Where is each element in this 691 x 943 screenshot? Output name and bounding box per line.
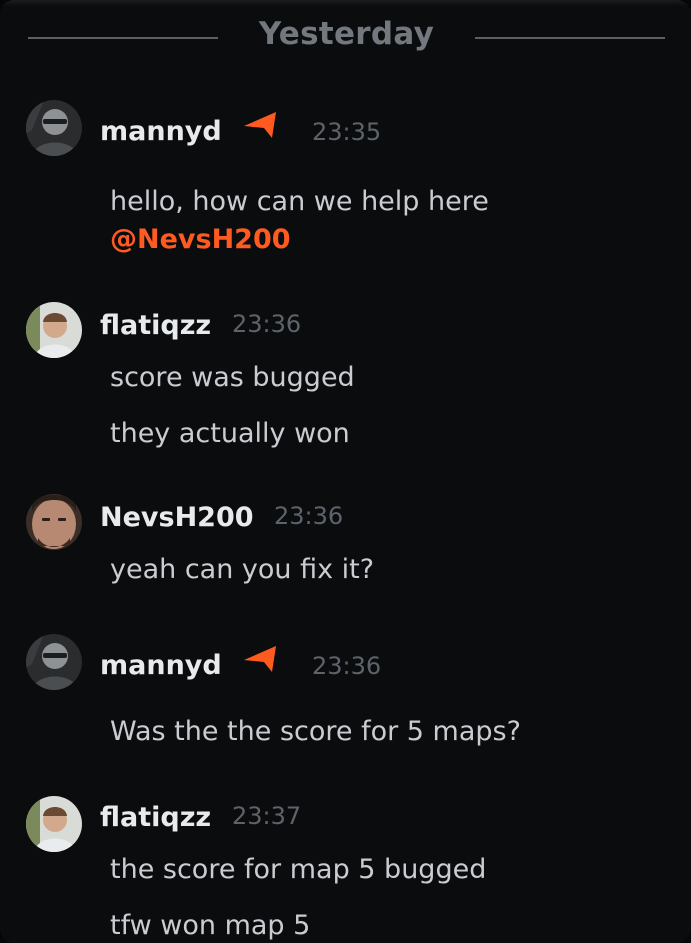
message-text: yeah can you fix it? [110,554,375,585]
message-timestamp: 23:36 [274,502,344,530]
message-text: they actually won [110,418,350,449]
chat-panel: Yesterday mannyd 23:35 hello, how can we… [0,0,691,943]
message-author[interactable]: NevsH200 [100,502,254,533]
message-author[interactable]: mannyd [100,650,222,681]
moderator-flag-icon [240,642,286,676]
user-mention[interactable]: @NevsH200 [110,224,291,255]
message-timestamp: 23:36 [312,652,382,680]
avatar[interactable] [26,634,82,690]
message-timestamp: 23:37 [232,802,302,830]
avatar[interactable] [26,494,82,550]
message-group: flatiqzz 23:37 the score for map 5 bugge… [26,796,671,943]
message-author[interactable]: flatiqzz [100,310,211,341]
day-divider-label: Yesterday [258,16,435,52]
avatar[interactable] [26,796,82,852]
message-author[interactable]: flatiqzz [100,802,211,833]
avatar[interactable] [26,100,82,156]
moderator-flag-icon [240,108,286,142]
message-text: tfw won map 5 [110,910,311,941]
message-author[interactable]: mannyd [100,116,222,147]
message-text: score was bugged [110,362,355,393]
message-group: mannyd 23:36 Was the the score for 5 map… [26,634,671,764]
message-text: the score for map 5 bugged [110,854,487,885]
divider-line-right [475,37,665,39]
message-group: mannyd 23:35 hello, how can we help here… [26,98,671,268]
message-group: flatiqzz 23:36 score was bugged they act… [26,302,671,462]
avatar[interactable] [26,302,82,358]
message-timestamp: 23:36 [232,310,302,338]
message-text: hello, how can we help here [110,186,489,217]
day-divider: Yesterday [28,14,665,58]
message-timestamp: 23:35 [312,118,382,146]
message-group: NevsH200 23:36 yeah can you fix it? [26,494,671,594]
message-text: Was the the score for 5 maps? [110,716,521,747]
